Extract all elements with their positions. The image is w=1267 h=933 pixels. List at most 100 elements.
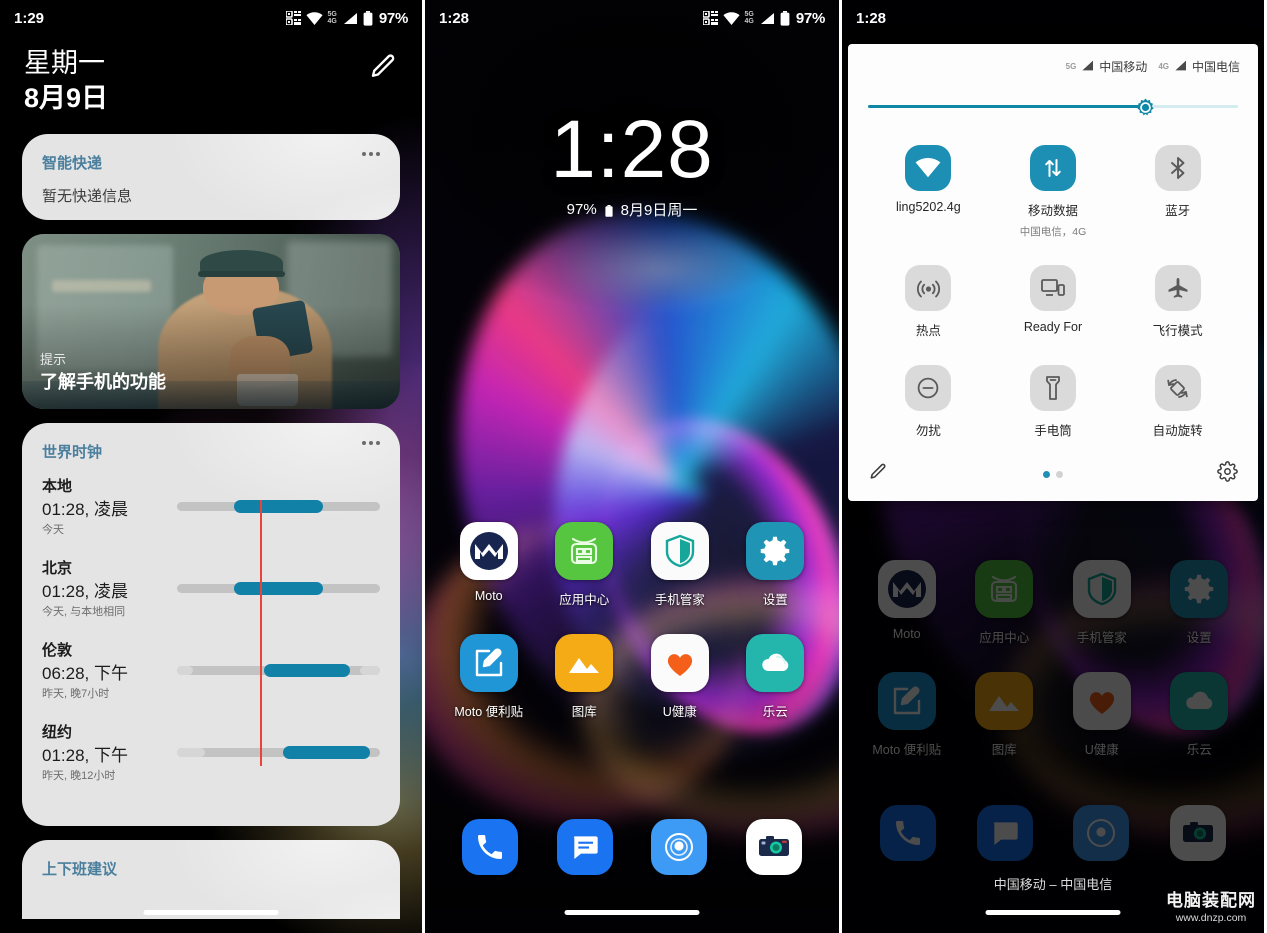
carrier-name-1: 中国移动 xyxy=(1099,60,1148,74)
qr-scan-icon xyxy=(701,10,718,26)
app-icon-moto-note[interactable]: Moto 便利贴 xyxy=(441,634,537,720)
tile-label: 自动旋转 xyxy=(1152,424,1203,438)
statusbar-time: 1:29 xyxy=(14,9,45,27)
phone-manager-icon xyxy=(650,522,709,580)
carrier-row: 5G 中国移动 4G 中国电信 xyxy=(862,58,1244,75)
app-icon-gallery[interactable]: 图库 xyxy=(537,634,633,720)
app-center-icon xyxy=(975,560,1034,618)
app-icon-u-health[interactable]: U健康 xyxy=(632,634,728,720)
signal-icon xyxy=(1174,60,1187,74)
world-clock-row: 本地 01:28, 凌晨 今天 xyxy=(42,476,380,544)
app-icon-le-cloud[interactable]: 乐云 xyxy=(728,634,824,720)
tile-auto-rotate[interactable]: 自动旋转 xyxy=(1115,365,1240,439)
brightness-slider[interactable] xyxy=(868,97,1238,117)
flashlight-icon xyxy=(1029,365,1076,411)
pencil-icon[interactable] xyxy=(868,462,888,487)
app-label: Moto xyxy=(892,627,921,641)
battery-percent: 97% xyxy=(795,9,825,27)
dock-icon-phone[interactable] xyxy=(462,819,519,875)
app-center-icon xyxy=(555,522,614,580)
dock-icon-phone xyxy=(880,805,937,861)
navigation-bar-handle[interactable] xyxy=(564,910,700,915)
tile-hotspot[interactable]: 热点 xyxy=(866,265,991,339)
world-clock-row: 纽约 01:28, 下午 昨天, 晚12小时 xyxy=(42,722,380,790)
clock-daylight-fill xyxy=(264,664,350,677)
app-label: U健康 xyxy=(662,705,697,719)
tile-label: 勿扰 xyxy=(915,424,941,438)
page-dot-active[interactable] xyxy=(1042,470,1050,478)
tile-wifi[interactable]: ling5202.4g xyxy=(866,145,991,239)
gear-icon[interactable] xyxy=(1217,461,1238,487)
auto-rotate-icon xyxy=(1154,365,1201,411)
clock-city: 本地 xyxy=(42,478,73,495)
phone-icon xyxy=(462,819,519,875)
app-icon-phone-manager[interactable]: 手机管家 xyxy=(632,522,728,608)
app-label: 图库 xyxy=(991,743,1017,757)
camera-icon xyxy=(745,819,802,875)
app-icon-moto-note: Moto 便利贴 xyxy=(858,672,956,758)
card-title: 上下班建议 xyxy=(42,861,118,878)
app-label: U健康 xyxy=(1084,743,1119,757)
tile-airplane-mode[interactable]: 飞行模式 xyxy=(1115,265,1240,339)
tile-flashlight[interactable]: 手电筒 xyxy=(991,365,1116,439)
app-icon-u-health: U健康 xyxy=(1053,672,1151,758)
quick-settings-footer xyxy=(862,453,1244,491)
card-commute-advice[interactable]: 上下班建议 xyxy=(22,840,400,919)
dock-icon-messages[interactable] xyxy=(556,819,613,875)
browser-icon xyxy=(1073,805,1130,861)
hotspot-icon xyxy=(905,265,952,311)
tile-do-not-disturb[interactable]: 勿扰 xyxy=(866,365,991,439)
home-clock-widget[interactable]: 1:28 97% 8月9日周一 xyxy=(425,105,839,220)
clock-date: 8月9日周一 xyxy=(620,202,698,219)
app-icon-moto[interactable]: Moto xyxy=(441,522,537,608)
app-icon-app-center[interactable]: 应用中心 xyxy=(537,522,633,608)
bluetooth-icon xyxy=(1154,145,1201,191)
app-icon-settings: 设置 xyxy=(1151,560,1249,646)
dock-icon-messages xyxy=(976,805,1033,861)
phone-screen-glance: 1:29 5G 4G 97% 星期一 8月9日 智能快递 暂无快递信息 提示 了… xyxy=(0,0,425,933)
more-options-icon[interactable] xyxy=(362,441,380,445)
u-health-icon xyxy=(1072,672,1131,730)
clock-daylight-fill xyxy=(282,746,370,759)
glance-feed[interactable]: 星期一 8月9日 智能快递 暂无快递信息 提示 了解手机的功能 世界时钟 本地 … xyxy=(0,0,422,933)
more-options-icon[interactable] xyxy=(362,152,380,156)
navigation-bar-handle[interactable] xyxy=(143,910,279,915)
dock-icon-browser[interactable] xyxy=(651,819,708,875)
tile-ready-for[interactable]: Ready For xyxy=(991,265,1116,339)
card-tip[interactable]: 提示 了解手机的功能 xyxy=(22,234,400,409)
page-dot[interactable] xyxy=(1055,470,1063,478)
wifi-icon xyxy=(905,145,952,191)
dock-icon-camera xyxy=(1169,805,1226,861)
carrier-name-2: 中国电信 xyxy=(1191,60,1240,74)
tip-title: 了解手机的功能 xyxy=(40,372,166,392)
qr-scan-icon xyxy=(284,10,301,26)
quick-settings-tiles: ling5202.4g 移动数据 中国电信，4G 蓝牙 热点 Ready For… xyxy=(862,139,1244,453)
card-sheen xyxy=(22,134,400,220)
tile-label: 移动数据 xyxy=(1027,204,1078,218)
clock-daylight-fill xyxy=(233,582,324,595)
tile-mobile-data[interactable]: 移动数据 中国电信，4G xyxy=(991,145,1116,239)
watermark-name: 电脑装配网 xyxy=(1166,891,1256,910)
tile-bluetooth[interactable]: 蓝牙 xyxy=(1115,145,1240,239)
signal-icon xyxy=(342,12,358,25)
clock-track xyxy=(177,500,380,513)
statusbar-time: 1:28 xyxy=(856,9,887,27)
dock-icon-camera[interactable] xyxy=(745,819,802,875)
moto-icon xyxy=(877,560,936,618)
battery-icon xyxy=(363,10,373,26)
page-indicator xyxy=(1042,470,1063,478)
le-cloud-icon xyxy=(1170,672,1229,730)
card-world-clock[interactable]: 世界时钟 本地 01:28, 凌晨 今天 北京 01:28, 凌晨 今天, 与本… xyxy=(22,423,400,826)
current-time-marker xyxy=(260,500,262,766)
browser-icon xyxy=(651,819,708,875)
brightness-icon[interactable] xyxy=(1136,98,1155,117)
navigation-bar-handle[interactable] xyxy=(985,910,1121,915)
tile-label: 飞行模式 xyxy=(1152,324,1203,338)
moto-icon xyxy=(459,522,518,580)
pencil-icon[interactable] xyxy=(368,52,398,82)
app-icon-settings[interactable]: 设置 xyxy=(728,522,824,608)
carrier-gen-1: 5G xyxy=(1065,62,1077,71)
card-smart-express[interactable]: 智能快递 暂无快递信息 xyxy=(22,134,400,220)
signal-icon xyxy=(759,12,775,25)
slider-fill xyxy=(868,105,1146,108)
